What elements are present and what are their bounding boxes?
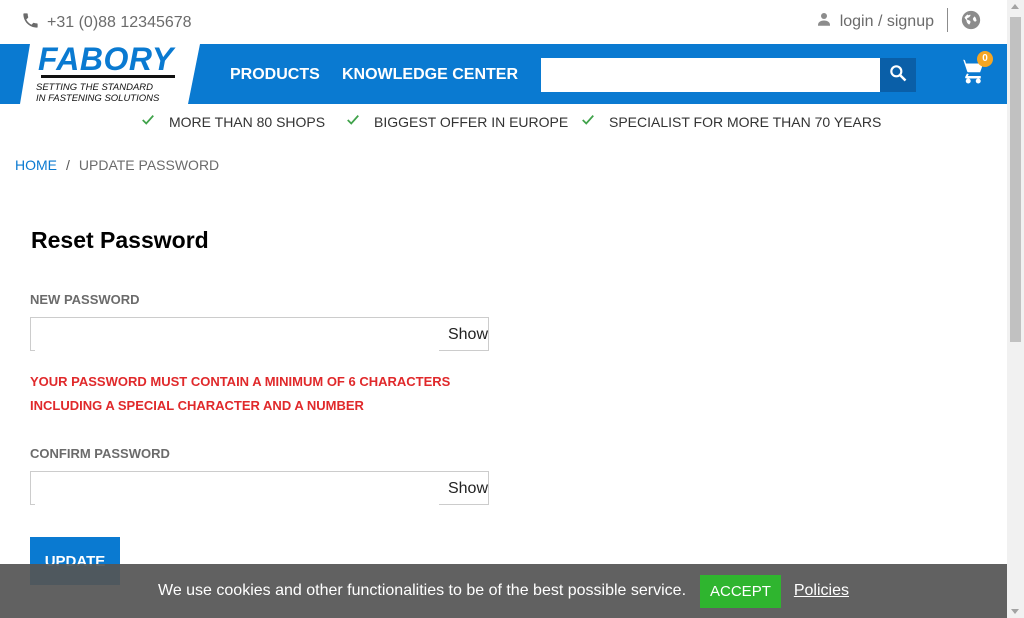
usp-label: MORE THAN 80 SHOPS bbox=[169, 113, 326, 130]
usp-label: BIGGEST OFFER IN EUROPE bbox=[374, 113, 569, 130]
phone-link[interactable]: +31 (0)88 12345678 bbox=[21, 11, 192, 35]
scroll-up-arrow-icon[interactable] bbox=[1011, 4, 1019, 9]
new-password-input[interactable] bbox=[35, 319, 439, 351]
show-new-password-toggle[interactable]: Show bbox=[448, 326, 488, 344]
policies-link[interactable]: Policies bbox=[794, 582, 849, 600]
confirm-password-input[interactable] bbox=[35, 473, 439, 505]
phone-number: +31 (0)88 12345678 bbox=[47, 14, 192, 31]
cookie-banner: We use cookies and other functionalities… bbox=[0, 564, 1007, 618]
confirm-password-label: CONFIRM PASSWORD bbox=[30, 446, 170, 461]
nav-products[interactable]: PRODUCTS bbox=[230, 66, 320, 84]
phone-icon bbox=[21, 11, 47, 35]
search-icon bbox=[888, 63, 908, 88]
hint-line-2: INCLUDING A SPECIAL CHARACTER AND A NUMB… bbox=[30, 398, 364, 413]
page: +31 (0)88 12345678 login / signup FABORY… bbox=[0, 0, 1007, 618]
logo-tagline-2: IN FASTENING SOLUTIONS bbox=[36, 93, 160, 104]
search-button[interactable] bbox=[880, 58, 916, 92]
page-title: Reset Password bbox=[31, 227, 209, 253]
search-input[interactable] bbox=[541, 58, 881, 92]
new-password-label: NEW PASSWORD bbox=[30, 292, 140, 307]
new-password-field: Show bbox=[30, 317, 489, 351]
logo-tagline-1: SETTING THE STANDARD bbox=[36, 82, 153, 93]
check-icon bbox=[581, 113, 609, 130]
scrollbar-thumb[interactable] bbox=[1010, 17, 1021, 342]
login-label: login / signup bbox=[839, 12, 934, 30]
usp-item: BIGGEST OFFER IN EUROPE bbox=[346, 113, 568, 130]
usp-label: SPECIALIST FOR MORE THAN 70 YEARS bbox=[609, 113, 882, 130]
logo-underline bbox=[41, 75, 175, 78]
globe-icon[interactable] bbox=[960, 9, 982, 31]
breadcrumb: HOME / UPDATE PASSWORD bbox=[15, 157, 219, 173]
check-icon bbox=[346, 113, 374, 130]
top-utility-bar: +31 (0)88 12345678 login / signup bbox=[0, 0, 1007, 44]
vertical-scrollbar[interactable] bbox=[1007, 0, 1024, 618]
user-icon bbox=[815, 10, 840, 33]
show-confirm-password-toggle[interactable]: Show bbox=[448, 480, 488, 498]
scroll-down-arrow-icon[interactable] bbox=[1011, 609, 1019, 614]
login-signup-link[interactable]: login / signup bbox=[815, 10, 934, 33]
logo-wordmark: FABORY bbox=[38, 41, 174, 77]
breadcrumb-current: UPDATE PASSWORD bbox=[78, 157, 220, 173]
check-icon bbox=[141, 113, 169, 130]
cart-count-badge: 0 bbox=[977, 51, 993, 67]
fabory-logo[interactable]: FABORY SETTING THE STANDARD IN FASTENING… bbox=[20, 41, 200, 104]
usp-item: SPECIALIST FOR MORE THAN 70 YEARS bbox=[581, 113, 881, 130]
usp-item: MORE THAN 80 SHOPS bbox=[141, 113, 325, 130]
hint-line-1: YOUR PASSWORD MUST CONTAIN A MINIMUM OF … bbox=[30, 374, 451, 389]
breadcrumb-home[interactable]: HOME bbox=[15, 157, 57, 173]
cookie-message: We use cookies and other functionalities… bbox=[158, 582, 687, 599]
topbar-divider bbox=[947, 8, 948, 32]
confirm-password-field: Show bbox=[30, 471, 489, 505]
nav-knowledge-center[interactable]: KNOWLEDGE CENTER bbox=[342, 66, 518, 84]
accept-cookies-button[interactable]: ACCEPT bbox=[700, 574, 781, 608]
password-requirements-hint: YOUR PASSWORD MUST CONTAIN A MINIMUM OF … bbox=[30, 370, 500, 418]
breadcrumb-separator: / bbox=[66, 157, 70, 173]
